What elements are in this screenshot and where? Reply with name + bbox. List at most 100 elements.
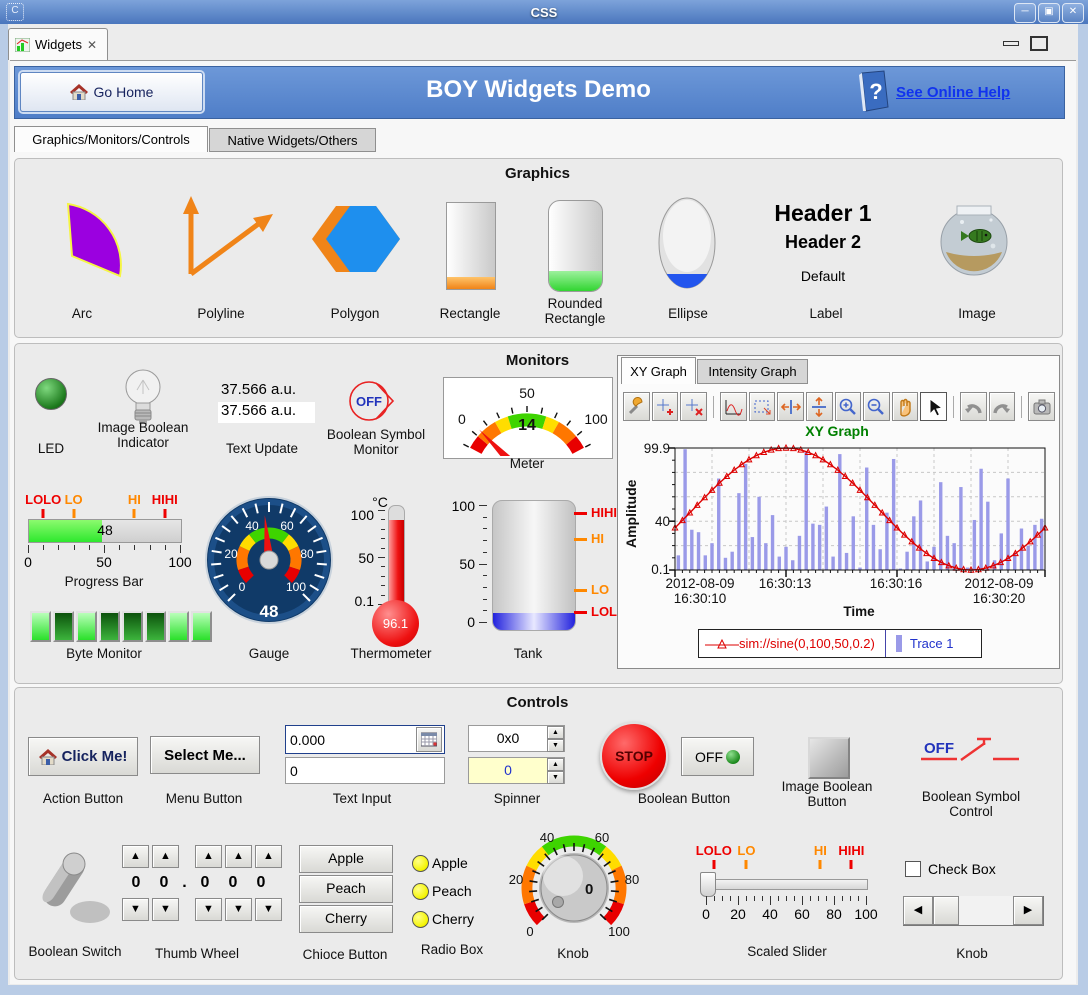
widgets-view-tab[interactable]: Widgets ✕ [8,28,108,60]
slider-track[interactable] [706,879,868,890]
toolbar-separator [713,396,714,418]
boolean-stop-button[interactable]: STOP [600,722,668,790]
add-annotation-icon[interactable] [652,392,679,421]
xy-graph-title: XY Graph [622,423,1052,439]
scrollbar-track[interactable] [959,896,1013,925]
tab-intensity-graph[interactable]: Intensity Graph [697,359,808,384]
tab-graphics-monitors-controls[interactable]: Graphics/Monitors/Controls [14,126,208,152]
radio-circle [412,855,429,872]
image-boolean-button[interactable] [808,737,850,779]
zoom-in-icon[interactable] [835,392,862,421]
arc-widget [48,194,136,284]
choice-button-caption: Chioce Button [303,947,388,962]
choice-option-Peach[interactable]: Peach [299,875,393,903]
view-tab-close-icon[interactable]: ✕ [87,38,97,52]
pointer-icon[interactable] [920,392,947,421]
scrollbar-left-icon[interactable]: ◀ [903,896,933,925]
tab-xy-graph[interactable]: XY Graph [621,357,696,384]
tank-marker-HIHI: HIHI [591,505,617,520]
action-button[interactable]: Click Me! [28,737,138,776]
rubberband-zoom-icon[interactable] [749,392,776,421]
progress-marker-labels: LOLOLOHIHIHI [28,492,180,508]
led-caption: LED [38,441,64,456]
action-button-caption: Action Button [43,791,123,806]
window-close-button[interactable]: ✕ [1062,3,1084,23]
spinner-top-buttons[interactable]: ▲▼ [547,726,564,751]
svg-text:40: 40 [245,519,259,533]
radio-option-Peach[interactable]: Peach [412,877,474,905]
ellipse-caption: Ellipse [668,306,708,321]
thumb-wheel[interactable]: ▲▲▲▲▲ 00.000 ▼▼▼▼▼ [122,845,285,921]
thumbwheel-up-icon[interactable]: ▲ [225,845,252,868]
svg-text:80: 80 [625,872,639,887]
thumbwheel-up-row: ▲▲▲▲▲ [122,845,285,868]
configure-icon[interactable] [623,392,650,421]
radio-option-Cherry[interactable]: Cherry [412,905,474,933]
byte-monitor-bit [168,611,189,642]
thumbwheel-up-icon[interactable]: ▲ [255,845,282,868]
spinner-bottom[interactable]: 0 ▲▼ [468,757,565,784]
slider-thumb[interactable] [700,872,716,897]
checkbox-square[interactable] [905,861,921,877]
boolean-off-button[interactable]: OFF [681,737,754,776]
thumbwheel-up-icon[interactable]: ▲ [195,845,222,868]
led-widget [35,378,67,410]
thumbwheel-up-icon[interactable]: ▲ [152,845,179,868]
text-input-top-value: 0.000 [286,732,416,748]
slider-marker-LO: LO [737,843,755,858]
undo-icon[interactable] [960,392,987,421]
thumbwheel-up-icon[interactable]: ▲ [122,845,149,868]
boolean-switch-caption: Boolean Switch [28,944,121,959]
scrollbar-thumb[interactable] [933,896,959,925]
online-help-link[interactable]: See Online Help [896,84,1010,101]
image-boolean-button-caption: Image Boolean Button [767,779,887,809]
spinner-bottom-buttons[interactable]: ▲▼ [547,758,564,783]
radio-option-Apple[interactable]: Apple [412,849,474,877]
text-input-bottom[interactable]: 0 [285,757,445,784]
text-input-top[interactable]: 0.000 [285,725,445,754]
thumbwheel-down-icon[interactable]: ▼ [152,898,179,921]
calendar-button[interactable] [416,727,442,752]
menu-button[interactable]: Select Me... [150,736,260,774]
slider-marker-ticks [700,860,872,870]
maximize-view-icon[interactable] [1030,36,1048,51]
check-box[interactable]: Check Box [905,861,996,877]
scrollbar-knob-widget[interactable]: ◀ ▶ [903,896,1044,926]
vertical-zoom-icon[interactable] [806,392,833,421]
graphics-title: Graphics [14,165,1061,182]
thumbwheel-down-icon[interactable]: ▼ [195,898,222,921]
window-maximize-button[interactable]: ▣ [1038,3,1060,23]
remove-annotation-icon[interactable] [680,392,707,421]
thumbwheel-down-icon[interactable]: ▼ [255,898,282,921]
go-home-button[interactable]: Go Home [20,72,203,112]
thumbwheel-down-icon[interactable]: ▼ [122,898,149,921]
legend-trace-1: Trace 1 [910,636,954,651]
tab-native-widgets-others[interactable]: Native Widgets/Others [209,128,376,152]
checkbox-label: Check Box [928,861,996,877]
xy-plot[interactable]: Amplitude 99.9 40 0.1 [622,440,1054,592]
choice-option-Apple[interactable]: Apple [299,845,393,873]
scrollbar-right-icon[interactable]: ▶ [1013,896,1043,925]
redo-icon[interactable] [989,392,1016,421]
auto-scale-icon[interactable] [720,392,747,421]
zoom-out-icon[interactable] [863,392,890,421]
action-button-label: Click Me! [62,748,128,765]
thumbwheel-digit-row: 00.000 [122,868,285,898]
spinner-top[interactable]: 0x0 ▲▼ [468,725,565,752]
horizontal-zoom-icon[interactable] [777,392,804,421]
window-minimize-button[interactable]: ─ [1014,3,1036,23]
knob-widget[interactable]: 0 20 40 60 80 100 0 [503,826,645,942]
progress-marker-HIHI: HIHI [152,492,178,507]
window-titlebar[interactable]: C CSS [0,0,1088,24]
choice-option-Cherry[interactable]: Cherry [299,905,393,933]
thumbwheel-down-icon[interactable]: ▼ [225,898,252,921]
toolbar-separator [1021,396,1022,418]
boolean-switch[interactable] [40,838,116,938]
boolean-symbol-control[interactable]: OFF [915,733,1027,773]
knob-caption: Knob [557,946,589,961]
minimize-view-icon[interactable] [1003,41,1019,46]
snapshot-icon[interactable] [1028,392,1055,421]
svg-text:100: 100 [286,580,306,594]
tank-widget [492,500,576,631]
panning-icon[interactable] [892,392,919,421]
